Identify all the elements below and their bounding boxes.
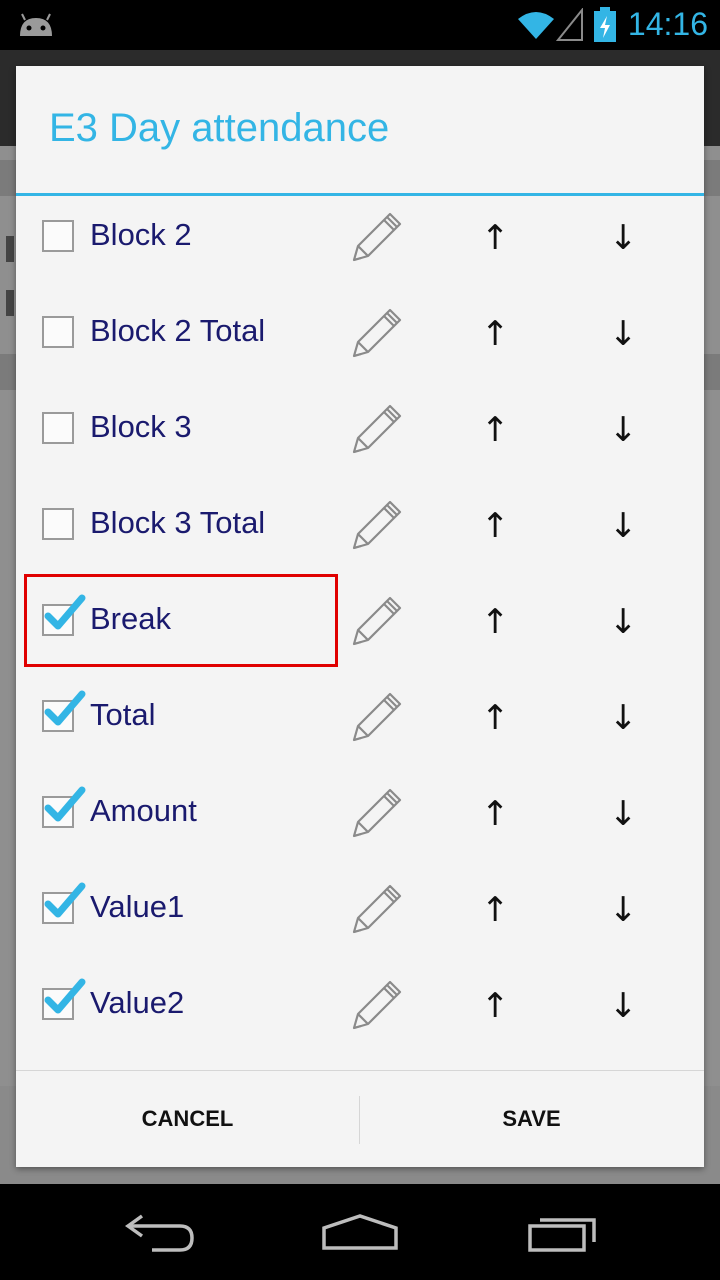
move-up-button[interactable]: ↑ [481,218,510,258]
list-item: Amount ↑ ↓ [16,772,704,868]
field-label: Block 3 [90,409,192,444]
field-label: Block 2 [90,217,192,252]
field-checkbox[interactable] [42,316,74,348]
list-item: Block 2 Total ↑ ↓ [16,292,704,388]
list-item: Block 3 ↑ ↓ [16,388,704,484]
move-up-button[interactable]: ↑ [481,794,510,834]
status-clock: 14:16 [627,6,708,42]
pencil-icon[interactable] [346,592,406,650]
dialog-title: E3 Day attendance [49,106,390,150]
list-item: Value2 ↑ ↓ [16,964,704,1060]
move-down-button[interactable]: ↓ [609,314,638,354]
move-up-button[interactable]: ↑ [481,890,510,930]
wifi-icon [518,12,554,39]
pencil-icon[interactable] [346,976,406,1034]
field-label: Total [90,697,156,732]
move-down-button[interactable]: ↓ [609,410,638,450]
cancel-button[interactable]: CANCEL [16,1071,359,1167]
list-item: Block 2 ↑ ↓ [16,196,704,292]
move-up-button[interactable]: ↑ [481,986,510,1026]
checkmark-icon [44,690,86,726]
move-up-button[interactable]: ↑ [481,506,510,546]
move-up-button[interactable]: ↑ [481,602,510,642]
field-checkbox[interactable] [42,508,74,540]
pencil-icon[interactable] [346,496,406,554]
move-down-button[interactable]: ↓ [609,890,638,930]
move-down-button[interactable]: ↓ [609,506,638,546]
battery-charging-icon [594,7,616,42]
move-down-button[interactable]: ↓ [609,986,638,1026]
list-item: Block 3 Total ↑ ↓ [16,484,704,580]
field-checkbox-checked[interactable] [42,690,86,732]
background-fragment [6,236,14,262]
pencil-icon[interactable] [346,784,406,842]
checkmark-icon [44,978,86,1014]
recents-icon[interactable] [524,1212,600,1254]
field-checkbox[interactable] [42,412,74,444]
move-up-button[interactable]: ↑ [481,314,510,354]
field-checkbox[interactable] [42,220,74,252]
move-down-button[interactable]: ↓ [609,794,638,834]
back-icon[interactable] [122,1210,198,1254]
signal-icon [556,8,583,41]
list-item: Value1 ↑ ↓ [16,868,704,964]
android-icon [20,13,52,36]
background-fragment [6,290,14,316]
pencil-icon[interactable] [346,304,406,362]
pencil-icon[interactable] [346,400,406,458]
field-label: Block 3 Total [90,505,266,540]
move-up-button[interactable]: ↑ [481,698,510,738]
home-icon[interactable] [320,1212,400,1252]
field-label: Value2 [90,985,185,1020]
move-up-button[interactable]: ↑ [481,410,510,450]
move-down-button[interactable]: ↓ [609,602,638,642]
highlight-box [24,574,338,667]
list-item: Total ↑ ↓ [16,676,704,772]
pencil-icon[interactable] [346,208,406,266]
attendance-dialog: E3 Day attendance Block 2 ↑ ↓ Block 2 To… [16,66,704,1167]
save-button[interactable]: SAVE [360,1071,703,1167]
field-checkbox-checked[interactable] [42,978,86,1020]
move-down-button[interactable]: ↓ [609,218,638,258]
pencil-icon[interactable] [346,880,406,938]
field-checkbox-checked[interactable] [42,882,86,924]
field-label: Amount [90,793,197,828]
move-down-button[interactable]: ↓ [609,698,638,738]
pencil-icon[interactable] [346,688,406,746]
checkmark-icon [44,786,86,822]
field-label: Block 2 Total [90,313,266,348]
checkmark-icon [44,882,86,918]
field-checkbox-checked[interactable] [42,786,86,828]
status-bar: 14:16 [0,0,720,50]
navigation-bar [0,1184,720,1280]
field-label: Value1 [90,889,185,924]
